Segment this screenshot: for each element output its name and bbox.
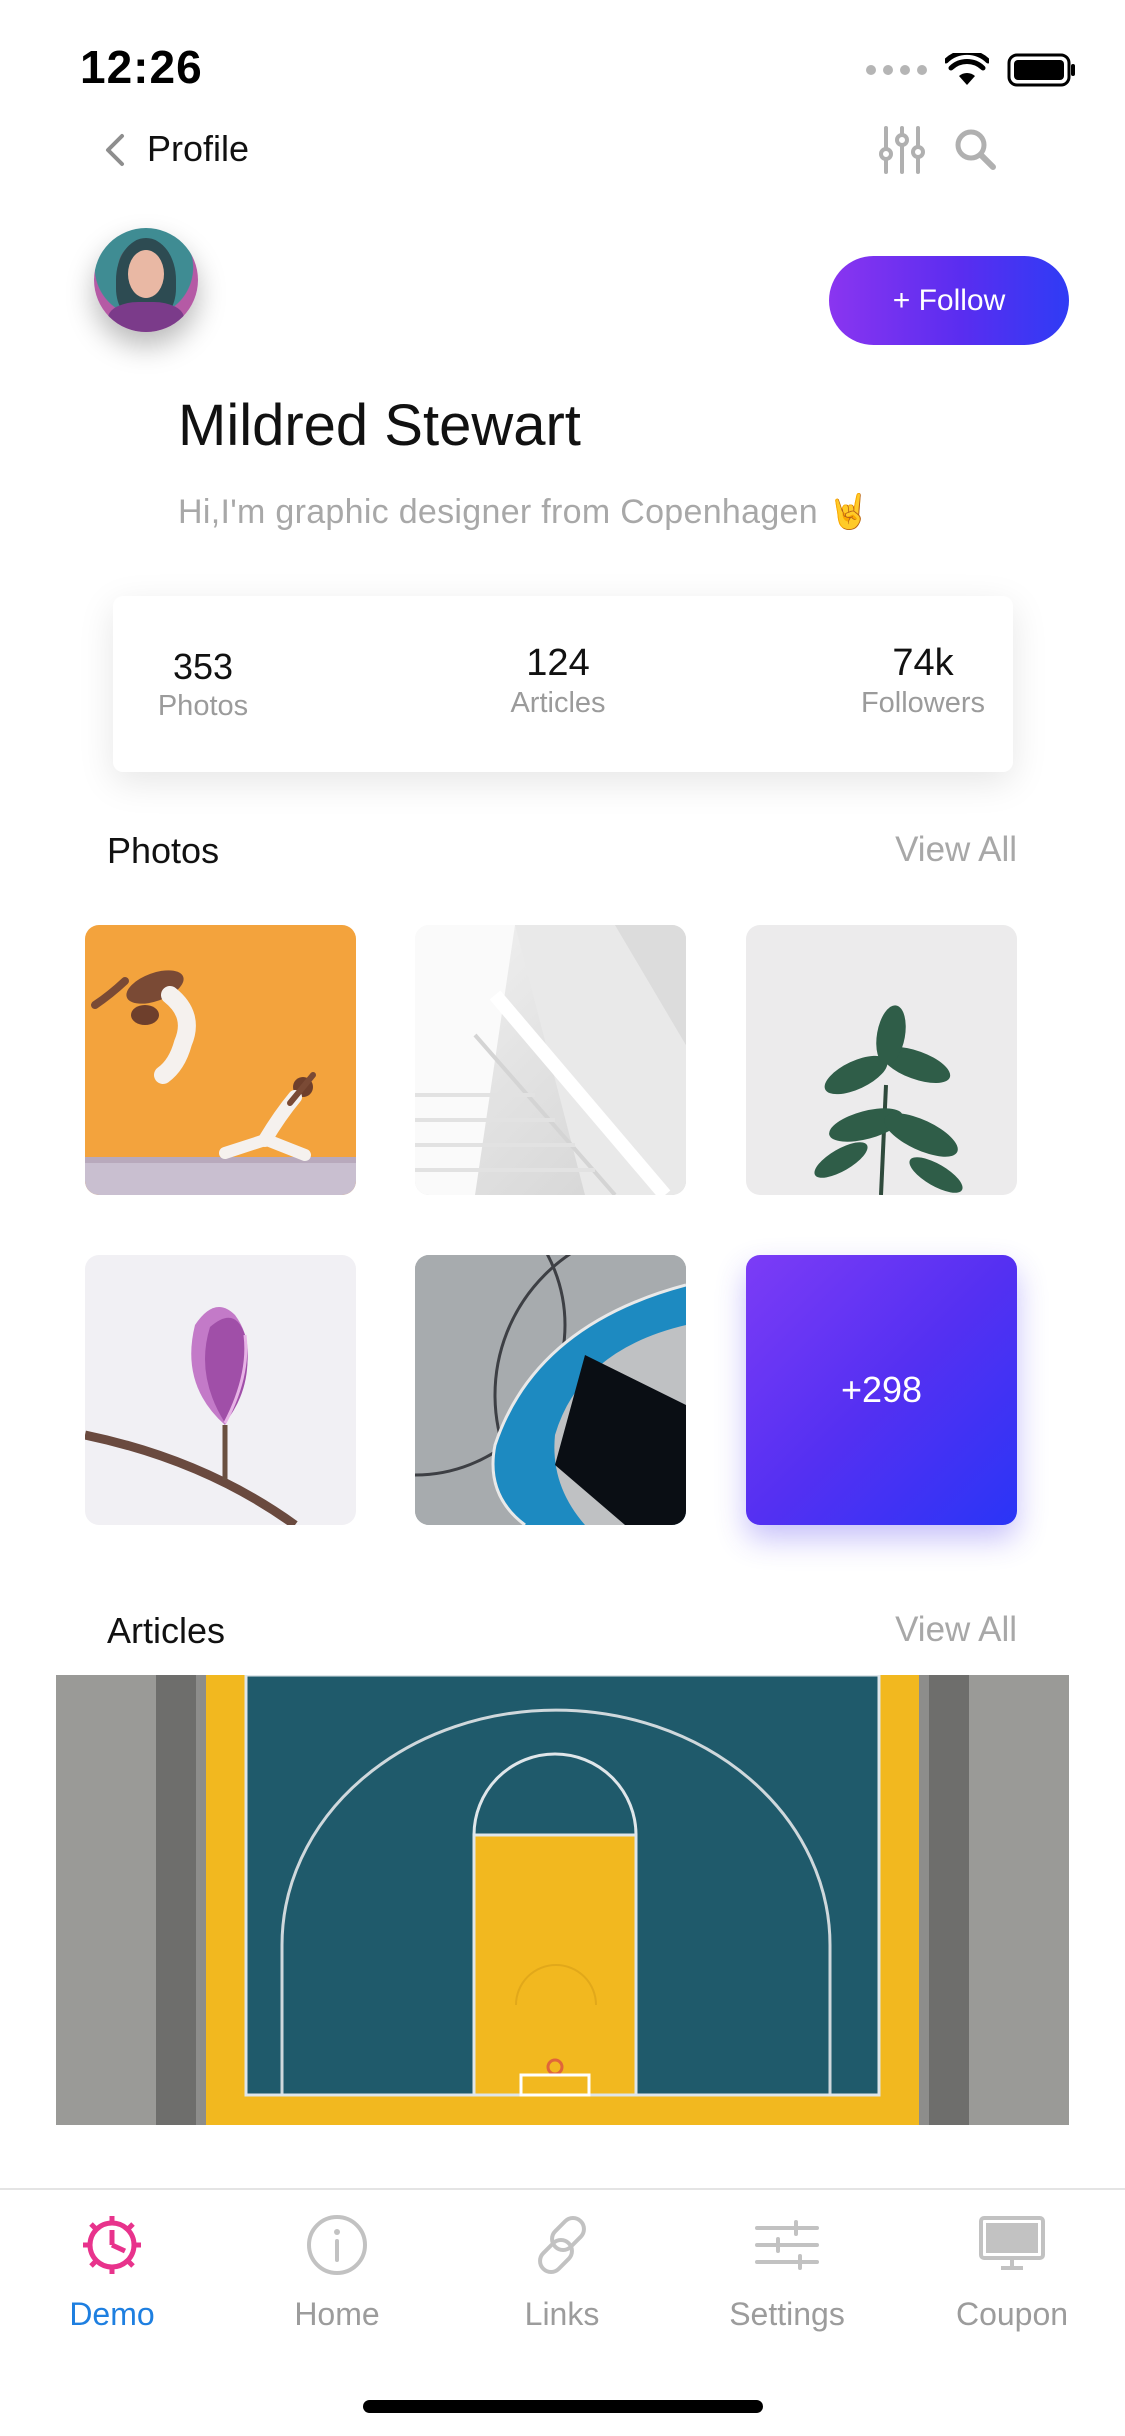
search-icon[interactable] bbox=[952, 126, 998, 172]
profile-bio: Hi,I'm graphic designer from Copenhagen … bbox=[178, 493, 871, 531]
stat-articles[interactable]: 124 Articles bbox=[463, 642, 653, 720]
filter-sliders-icon[interactable] bbox=[878, 124, 926, 176]
link-icon bbox=[538, 2216, 586, 2274]
info-icon bbox=[307, 2215, 367, 2275]
tab-settings[interactable]: Settings bbox=[692, 2210, 882, 2333]
bottom-tab-bar: Demo Home Links Settings Coupon bbox=[0, 2188, 1125, 2436]
wifi-icon bbox=[945, 53, 989, 85]
stat-label: Followers bbox=[860, 687, 986, 719]
photo-more-count-tile[interactable]: +298 bbox=[746, 1255, 1017, 1525]
status-icons bbox=[866, 48, 1077, 92]
tab-label: Home bbox=[294, 2296, 380, 2332]
stat-value: 124 bbox=[526, 642, 590, 684]
photo-thumbnail-magnolia[interactable] bbox=[85, 1255, 356, 1525]
photo-thumbnail-dancers[interactable] bbox=[85, 925, 356, 1195]
photo-thumbnail-plant[interactable] bbox=[746, 925, 1017, 1195]
avatar[interactable] bbox=[94, 228, 198, 332]
gear-icon bbox=[83, 2216, 141, 2274]
articles-view-all-link[interactable]: View All bbox=[895, 1610, 1017, 1650]
stat-value: 353 bbox=[172, 646, 234, 687]
follow-button[interactable]: + Follow bbox=[829, 256, 1069, 345]
cellular-signal-icon bbox=[866, 65, 927, 75]
tab-label: Links bbox=[524, 2296, 600, 2332]
monitor-icon bbox=[979, 2216, 1045, 2270]
tab-label: Demo bbox=[69, 2296, 155, 2332]
battery-icon bbox=[1007, 53, 1075, 87]
tab-links[interactable]: Links bbox=[467, 2210, 657, 2333]
back-chevron-icon[interactable] bbox=[96, 128, 136, 172]
stat-label: Photos bbox=[157, 690, 249, 722]
photo-thumbnail-court-abstract[interactable] bbox=[415, 1255, 686, 1525]
stats-card: 353 Photos 124 Articles 74k Followers bbox=[113, 596, 1013, 772]
sliders-icon bbox=[755, 2220, 819, 2270]
articles-section-title: Articles bbox=[107, 1610, 226, 1651]
tab-label: Coupon bbox=[955, 2296, 1069, 2332]
stat-photos[interactable]: 353 Photos bbox=[123, 646, 283, 723]
page-title: Profile bbox=[147, 128, 250, 169]
stat-value: 74k bbox=[892, 642, 954, 684]
photos-view-all-link[interactable]: View All bbox=[895, 830, 1017, 870]
stat-label: Articles bbox=[510, 687, 606, 719]
status-time: 12:26 bbox=[80, 41, 203, 93]
tab-demo[interactable]: Demo bbox=[17, 2210, 207, 2333]
home-indicator bbox=[363, 2400, 763, 2413]
article-cover-image[interactable] bbox=[56, 1675, 1069, 2125]
photos-section-title: Photos bbox=[107, 830, 220, 871]
tab-coupon[interactable]: Coupon bbox=[917, 2210, 1107, 2333]
photo-thumbnail-staircase[interactable] bbox=[415, 925, 686, 1195]
tab-home[interactable]: Home bbox=[242, 2210, 432, 2333]
stat-followers[interactable]: 74k Followers bbox=[833, 642, 1013, 720]
profile-name: Mildred Stewart bbox=[178, 393, 581, 458]
tab-label: Settings bbox=[729, 2296, 845, 2332]
